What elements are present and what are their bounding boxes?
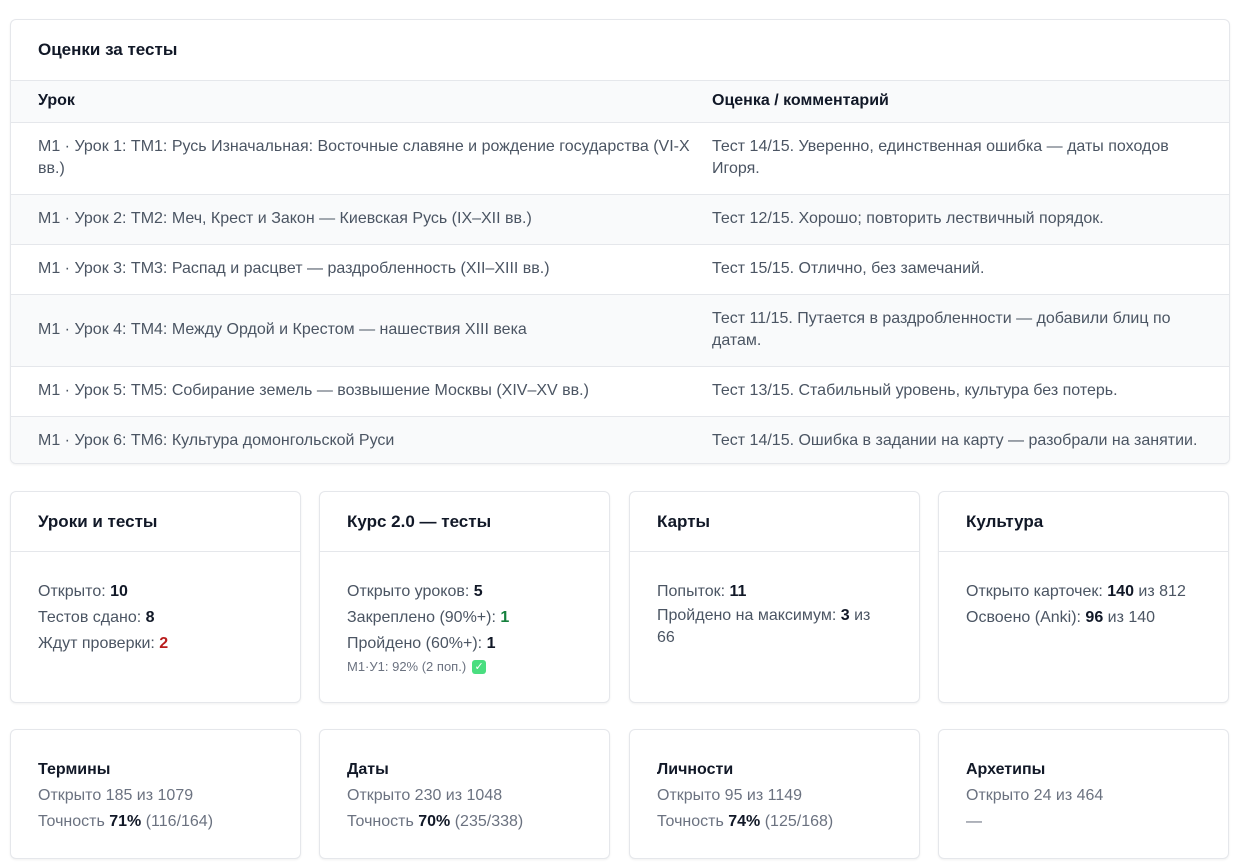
label: Открыто карточек:: [966, 583, 1108, 600]
of-total: из 140: [1103, 609, 1156, 626]
passed-line: Тестов сдано: 8: [38, 605, 273, 631]
grade-cell: Тест 14/15. Уверенно, единственная ошибк…: [712, 122, 1229, 195]
note-text: М1·У1: 92% (2 поп.): [347, 659, 467, 674]
lesson-cell: М1 · Урок 1: ТМ1: Русь Изначальная: Вост…: [11, 122, 712, 195]
table-header-row: Урок Оценка / комментарий: [11, 81, 1229, 123]
card-title: Курс 2.0 — тесты: [320, 492, 609, 552]
card-title: Уроки и тесты: [11, 492, 300, 552]
max-line: Пройдено на максимум: 3 из 66: [657, 605, 892, 649]
grade-cell: Тест 14/15. Ошибка в задании на карту — …: [712, 432, 1198, 450]
of-total: из 812: [1133, 583, 1186, 600]
value: 11: [729, 583, 747, 600]
accuracy-line: Точность 71% (116/164): [38, 809, 273, 835]
detail: (116/164): [141, 813, 214, 830]
opened-line: Открыто: 10: [38, 579, 273, 605]
label: Точность: [38, 813, 110, 830]
label: Точность: [347, 813, 419, 830]
value: 5: [473, 583, 483, 600]
value: 8: [145, 609, 155, 626]
value: 1: [486, 635, 496, 652]
archetypes-card: Архетипы Открыто 24 из 464 —: [938, 729, 1229, 859]
card-title: Термины: [38, 761, 111, 778]
dates-card: Даты Открыто 230 из 1048 Точность 70% (2…: [319, 729, 610, 859]
label: Пройдено (60%+):: [347, 635, 487, 652]
lesson-cell: М1 · Урок 3: ТМ3: Распад и расцвет — раз…: [11, 244, 712, 295]
pending-line: Ждут проверки: 2: [38, 631, 273, 657]
attempt-note: М1·У1: 92% (2 поп.) ✓: [347, 657, 582, 677]
header-lesson: Урок: [11, 81, 712, 123]
detail: (235/338): [450, 813, 524, 830]
grade-cell: Тест 13/15. Стабильный уровень, культура…: [712, 366, 1229, 417]
card-title: Архетипы: [966, 761, 1046, 778]
maps-card: Карты Попыток: 11 Пройдено на максимум: …: [629, 491, 920, 703]
course-tests-card: Курс 2.0 — тесты Открыто уроков: 5 Закре…: [319, 491, 610, 703]
table-row: М1 · Урок 5: ТМ5: Собирание земель — воз…: [11, 366, 1229, 417]
label: Закреплено (90%+):: [347, 609, 501, 626]
header-grade: Оценка / комментарий: [712, 81, 1229, 123]
label: Ждут проверки:: [38, 635, 160, 652]
lessons-tests-card: Уроки и тесты Открыто: 10 Тестов сдано: …: [10, 491, 301, 703]
grade-cell: Тест 12/15. Хорошо; повторить лествичный…: [712, 194, 1229, 245]
table-row: М1 · Урок 3: ТМ3: Распад и расцвет — раз…: [11, 244, 1229, 295]
opened-line: Открыто уроков: 5: [347, 579, 582, 605]
terms-card: Термины Открыто 185 из 1079 Точность 71%…: [10, 729, 301, 859]
lesson-cell: М1 · Урок 6: ТМ6: Культура домонгольской…: [38, 432, 395, 450]
opened-line: Открыто 230 из 1048: [347, 787, 503, 804]
accuracy-line: Точность 74% (125/168): [657, 809, 892, 835]
table-row: М1 · Урок 4: ТМ4: Между Ордой и Крестом …: [11, 294, 1229, 367]
grades-card: Оценки за тесты Урок Оценка / комментари…: [10, 19, 1230, 464]
fixed-line: Закреплено (90%+): 1: [347, 605, 582, 631]
detail: (125/168): [760, 813, 834, 830]
value: 140: [1107, 583, 1134, 600]
opened-line: Открыто 95 из 1149: [657, 787, 803, 804]
value: 96: [1085, 609, 1104, 626]
table-row: М1 · Урок 1: ТМ1: Русь Изначальная: Вост…: [11, 122, 1229, 195]
label: Точность: [657, 813, 729, 830]
value: 10: [110, 583, 128, 600]
opened-line: Открыто 24 из 464: [966, 787, 1104, 804]
label: Пройдено на максимум:: [657, 607, 841, 624]
passed-line: Пройдено (60%+): 1: [347, 631, 582, 657]
grade-cell: Тест 15/15. Отлично, без замечаний.: [712, 244, 1229, 295]
accuracy-line: —: [966, 813, 982, 830]
card-title: Даты: [347, 761, 389, 778]
value: 74%: [728, 813, 761, 830]
lesson-cell: М1 · Урок 2: ТМ2: Меч, Крест и Закон — К…: [11, 194, 712, 245]
fixed-value: 1: [500, 609, 510, 626]
grades-title: Оценки за тесты: [11, 20, 1229, 81]
table-row: М1 · Урок 2: ТМ2: Меч, Крест и Закон — К…: [11, 194, 1229, 245]
label: Открыто уроков:: [347, 583, 474, 600]
label: Открыто:: [38, 583, 111, 600]
attempts-line: Попыток: 11: [657, 579, 892, 605]
opened-line: Открыто 185 из 1079: [38, 787, 194, 804]
card-title: Личности: [657, 761, 734, 778]
lesson-cell: М1 · Урок 4: ТМ4: Между Ордой и Крестом …: [11, 294, 712, 367]
label: Тестов сдано:: [38, 609, 146, 626]
card-title: Культура: [939, 492, 1228, 552]
check-icon: ✓: [472, 660, 487, 674]
table-row: М1 · Урок 6: ТМ6: Культура домонгольской…: [11, 416, 1229, 463]
cards-line: Открыто карточек: 140 из 812: [966, 579, 1201, 605]
pending-value: 2: [159, 635, 169, 652]
culture-card: Культура Открыто карточек: 140 из 812 Ос…: [938, 491, 1229, 703]
persons-card: Личности Открыто 95 из 1149 Точность 74%…: [629, 729, 920, 859]
label: Освоено (Anki):: [966, 609, 1086, 626]
anki-line: Освоено (Anki): 96 из 140: [966, 605, 1201, 631]
lesson-cell: М1 · Урок 5: ТМ5: Собирание земель — воз…: [11, 366, 712, 417]
grade-cell: Тест 11/15. Путается в раздробленности —…: [712, 294, 1229, 367]
grades-table: Урок Оценка / комментарий М1 · Урок 1: Т…: [11, 81, 1229, 463]
card-title: Карты: [630, 492, 919, 552]
value: 70%: [418, 813, 451, 830]
accuracy-line: Точность 70% (235/338): [347, 809, 582, 835]
value: 71%: [109, 813, 142, 830]
value: 3: [840, 607, 850, 624]
label: Попыток:: [657, 583, 730, 600]
